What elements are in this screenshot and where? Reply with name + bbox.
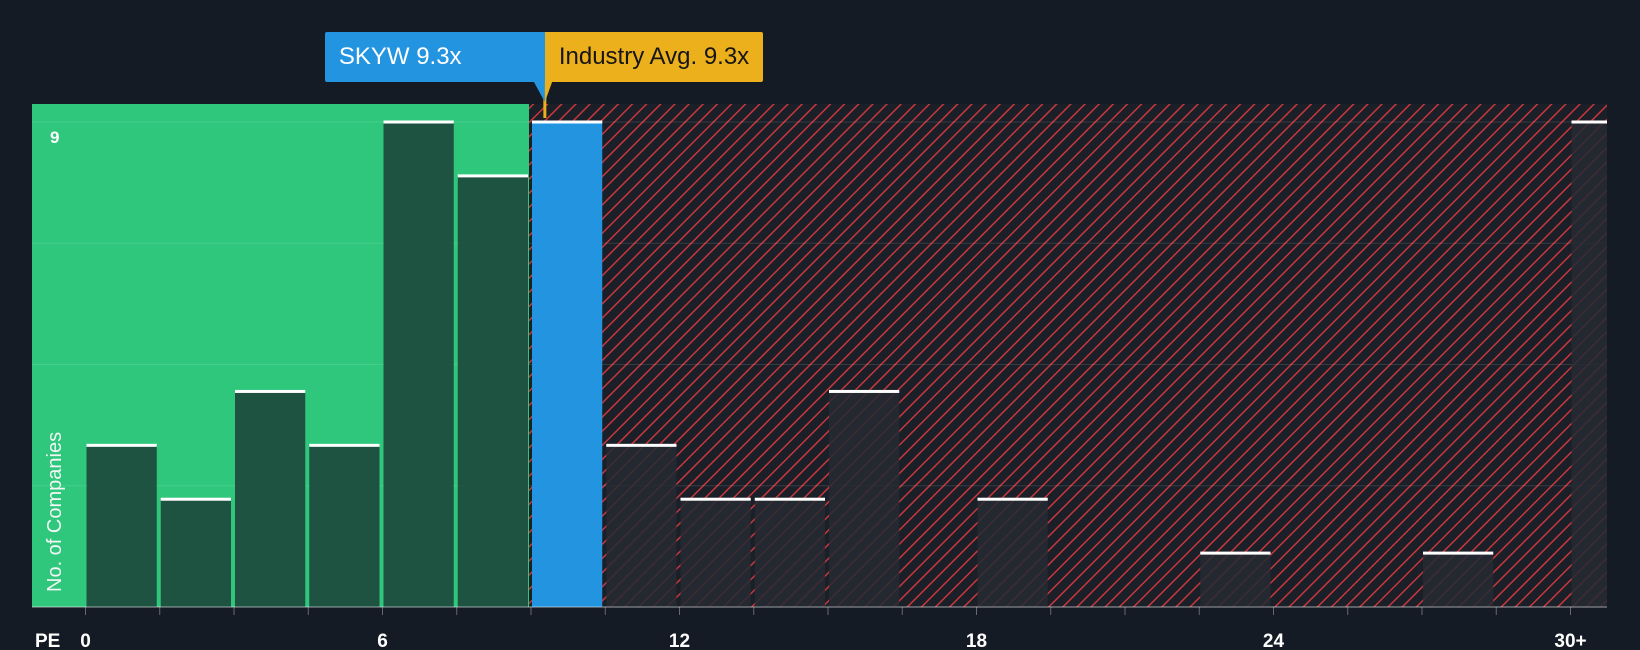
pe-distribution-chart: 0 6 12 18 24 30+ PE 9 (32, 80, 1607, 650)
histogram-bar (977, 499, 1048, 607)
bar-cap (829, 389, 900, 393)
histogram-bar (1571, 122, 1607, 607)
bar-cap (86, 443, 157, 447)
x-tick-label: 6 (377, 631, 388, 650)
bar-cap (606, 443, 677, 447)
histogram-bar (309, 445, 380, 607)
bar-cap (1200, 551, 1271, 555)
x-tick-label: 24 (1263, 631, 1285, 650)
y-tick-label: 9 (50, 128, 59, 147)
bar-cap (1571, 120, 1607, 124)
industry-average-callout: Industry Avg. 9.3x (544, 32, 764, 82)
histogram-bar (1200, 553, 1271, 607)
x-tick-label: 30+ (1554, 631, 1586, 650)
bar-cap (977, 497, 1048, 501)
bar-cap (457, 174, 528, 178)
bar-cap (383, 120, 454, 124)
bar-cap (309, 443, 380, 447)
y-axis-title: No. of Companies (44, 431, 66, 592)
histogram-bar (606, 445, 677, 607)
company-pe-callout: SKYW 9.3x (324, 32, 545, 82)
histogram-bar (1423, 553, 1494, 607)
company-marker-pointer (532, 80, 545, 102)
histogram-bar (235, 391, 306, 607)
histogram-bar (754, 499, 825, 607)
bar-cap (754, 497, 825, 501)
x-tick-label: 0 (80, 631, 91, 650)
bar-cap (680, 497, 751, 501)
bar-cap (532, 120, 603, 124)
histogram-bar (532, 122, 603, 607)
histogram-bar (680, 499, 751, 607)
x-axis-label: PE (35, 631, 60, 650)
x-tick-label: 18 (966, 631, 987, 650)
bar-cap (235, 389, 306, 393)
histogram-bar (160, 499, 231, 607)
bar-cap (1423, 551, 1494, 555)
histogram-bar (457, 175, 528, 607)
histogram-bar (86, 445, 157, 607)
bar-cap (160, 497, 231, 501)
histogram-bar (383, 122, 454, 607)
x-tick-label: 12 (669, 631, 690, 650)
histogram-bar (829, 391, 900, 607)
